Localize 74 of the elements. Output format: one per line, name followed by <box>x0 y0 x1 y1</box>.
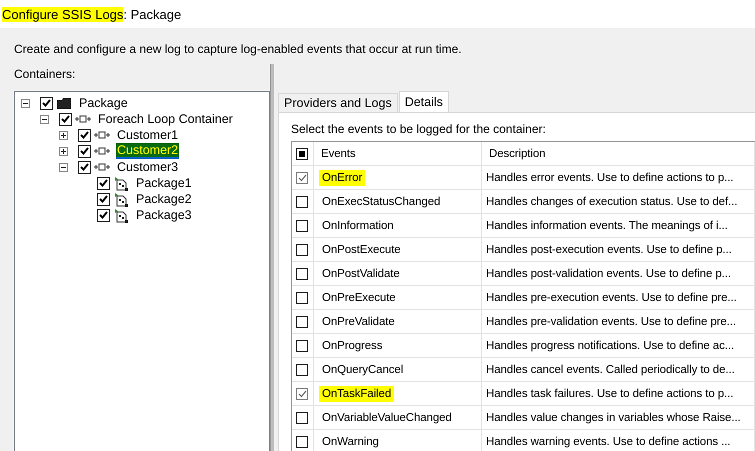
tree-checkbox[interactable] <box>78 144 91 158</box>
tree-item[interactable]: Foreach Loop Container <box>97 112 234 126</box>
tree-checkbox[interactable] <box>97 176 110 190</box>
tree-checkbox[interactable] <box>40 96 53 110</box>
tree-item[interactable]: Package2 <box>135 192 193 206</box>
collapse-icon[interactable] <box>21 98 30 108</box>
event-description: Handles post-execution events. Use to define p... <box>486 244 732 256</box>
event-description: Handles task failures. Use to define actions to p... <box>486 388 734 400</box>
event-checkbox[interactable] <box>296 364 308 376</box>
event-checkbox[interactable] <box>296 172 308 184</box>
event-description: Handles warning events. Use to define actions ... <box>486 436 730 448</box>
tab[interactable]: Providers and Logs <box>278 93 398 112</box>
event-name: OnPostValidate <box>321 266 401 282</box>
container-icon <box>94 163 110 171</box>
event-name: OnExecStatusChanged <box>321 194 442 210</box>
expand-icon[interactable] <box>59 146 68 156</box>
event-name: OnVariableValueChanged <box>321 410 453 426</box>
event-checkbox[interactable] <box>296 292 308 304</box>
collapse-icon[interactable] <box>40 114 49 124</box>
event-checkbox[interactable] <box>296 268 308 280</box>
container-icon <box>75 115 91 123</box>
event-checkbox[interactable] <box>296 388 308 400</box>
select-all-checkbox[interactable] <box>296 148 308 160</box>
event-checkbox[interactable] <box>296 340 308 352</box>
tree-item[interactable]: Customer2 <box>116 143 180 159</box>
event-name: OnWarning <box>321 434 380 450</box>
event-description: Handles progress notifications. Use to define ac... <box>486 340 734 352</box>
intro-text: Create and configure a new log to capture log-enabled events that occur at run time. <box>14 42 462 56</box>
column-header[interactable]: Events <box>321 148 356 160</box>
event-name: OnProgress <box>321 338 384 354</box>
tree-item[interactable]: Package <box>78 96 129 110</box>
event-description: Handles pre-execution events. Use to define pre... <box>486 292 737 304</box>
event-description: Handles error events. Use to define actions to p... <box>486 172 734 184</box>
tree-checkbox[interactable] <box>59 112 72 126</box>
package-icon <box>113 208 129 222</box>
package-icon <box>113 176 129 190</box>
event-description: Handles post-validation events. Use to define p... <box>486 268 731 280</box>
tab[interactable]: Details <box>398 91 449 112</box>
event-checkbox[interactable] <box>296 316 308 328</box>
event-description: Handles cancel events. Called periodically to de... <box>486 364 735 376</box>
event-checkbox[interactable] <box>296 412 308 424</box>
tree-item[interactable]: Customer1 <box>116 128 180 142</box>
containers-label: Containers: <box>14 67 76 81</box>
event-description: Handles information events. The meanings of i... <box>486 220 728 232</box>
container-icon <box>94 147 110 155</box>
tree-checkbox[interactable] <box>78 128 91 142</box>
event-checkbox[interactable] <box>296 244 308 256</box>
tree-item[interactable]: Package1 <box>135 176 193 190</box>
tree-item[interactable]: Customer3 <box>116 160 180 174</box>
folder-icon <box>56 96 72 110</box>
tree-checkbox[interactable] <box>97 192 110 206</box>
event-name: OnError <box>319 170 366 186</box>
event-name: OnPreExecute <box>321 290 397 306</box>
event-checkbox[interactable] <box>296 196 308 208</box>
package-icon <box>113 192 129 206</box>
event-name: OnQueryCancel <box>321 362 404 378</box>
event-description: Handles changes of execution status. Use to def... <box>486 196 738 208</box>
event-name: OnInformation <box>321 218 395 234</box>
tree-item[interactable]: Package3 <box>135 208 193 222</box>
event-name: OnPostExecute <box>321 242 402 258</box>
collapse-icon[interactable] <box>59 162 68 172</box>
container-icon <box>94 131 110 139</box>
expand-icon[interactable] <box>59 130 68 140</box>
event-checkbox[interactable] <box>296 220 308 232</box>
events-label: Select the events to be logged for the container: <box>291 122 546 136</box>
event-name: OnTaskFailed <box>319 386 394 402</box>
event-checkbox[interactable] <box>296 436 308 448</box>
event-name: OnPreValidate <box>321 314 396 330</box>
tree-checkbox[interactable] <box>78 160 91 174</box>
column-header[interactable]: Description <box>489 148 546 160</box>
window-title: Configure SSIS Logs: Package <box>0 0 755 28</box>
tree-checkbox[interactable] <box>97 208 110 222</box>
event-description: Handles value changes in variables whose Raise... <box>486 412 741 424</box>
event-description: Handles pre-validation events. Use to define pre... <box>486 316 736 328</box>
